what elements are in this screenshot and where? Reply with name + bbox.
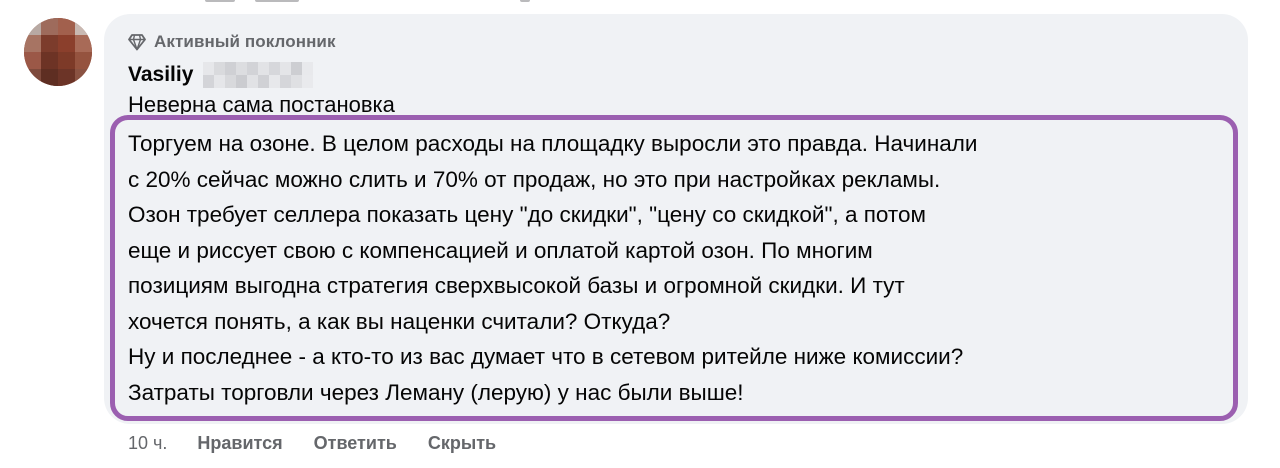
diamond-icon bbox=[128, 33, 146, 51]
comment-line: позициям выгодна стратегия сверхвысокой … bbox=[128, 273, 905, 298]
redacted-surname bbox=[203, 62, 314, 88]
comment-line: Затраты торговли через Леману (лерую) у … bbox=[128, 379, 744, 405]
avatar[interactable] bbox=[24, 18, 92, 86]
author-name[interactable]: Vasiliy bbox=[128, 63, 193, 87]
comment-actions: 10 ч. Нравится Ответить Скрыть bbox=[128, 430, 527, 456]
previous-content-edge bbox=[0, 0, 1280, 6]
comment-line: еще и риссует свою с компенсацией и опла… bbox=[128, 237, 873, 263]
comment-text: Торгуем на озоне. В целом расходы на пло… bbox=[128, 126, 1228, 410]
badge-label: Активный поклонник bbox=[154, 32, 336, 51]
comment-line: Торгуем на озоне. В целом расходы на пло… bbox=[128, 131, 978, 156]
comment-line: хочется понять, а как вы наценки считали… bbox=[128, 308, 671, 334]
comment-first-line-partial: Неверна сама постановка bbox=[128, 92, 395, 114]
like-button[interactable]: Нравится bbox=[197, 433, 282, 454]
comment-line: с 20% сейчас можно слить и 70% от продаж… bbox=[128, 166, 941, 192]
comment-line: Озон требует селлера показать цену "до с… bbox=[128, 202, 926, 227]
timestamp[interactable]: 10 ч. bbox=[128, 433, 167, 454]
fan-badge: Активный поклонник bbox=[128, 30, 336, 54]
comment-line: Ну и последнее - а кто-то из вас думает … bbox=[128, 344, 964, 369]
author-row: Vasiliy bbox=[128, 60, 314, 90]
comment-screenshot: Активный поклонник Vasiliy Неверна сама … bbox=[0, 0, 1280, 468]
reply-button[interactable]: Ответить bbox=[314, 433, 397, 454]
hide-button[interactable]: Скрыть bbox=[428, 433, 496, 454]
